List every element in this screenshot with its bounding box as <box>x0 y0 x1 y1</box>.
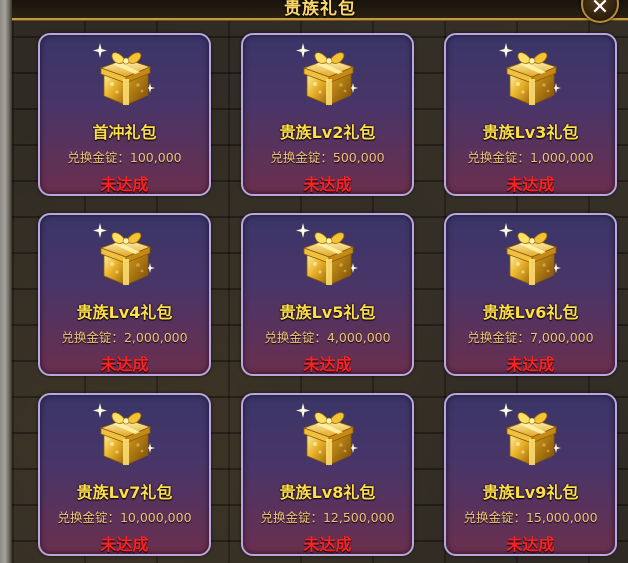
gift-package-card[interactable]: 贵族Lv4礼包 兑换金锭：2,000,000 未达成 <box>38 213 211 376</box>
gift-box-icon <box>295 42 358 106</box>
gift-package-card[interactable]: 贵族Lv6礼包 兑换金锭：7,000,000 未达成 <box>444 213 617 376</box>
package-status: 未达成 <box>100 175 149 194</box>
package-cost: 兑换金锭：12,500,000 <box>260 510 395 525</box>
gift-box-icon <box>92 402 155 466</box>
package-cost: 兑换金锭：500,000 <box>270 150 385 165</box>
package-status: 未达成 <box>506 355 555 374</box>
package-cost: 兑换金锭：4,000,000 <box>264 330 391 345</box>
gift-box-icon <box>498 42 561 106</box>
package-status: 未达成 <box>303 175 352 194</box>
package-cost: 兑换金锭：15,000,000 <box>463 510 598 525</box>
package-cost: 兑换金锭：2,000,000 <box>61 330 188 345</box>
package-name: 贵族Lv4礼包 <box>76 303 173 322</box>
package-status: 未达成 <box>100 535 149 554</box>
gift-package-card[interactable]: 贵族Lv8礼包 兑换金锭：12,500,000 未达成 <box>241 393 414 556</box>
package-cost: 兑换金锭：10,000,000 <box>57 510 192 525</box>
gift-package-card[interactable]: 贵族Lv7礼包 兑换金锭：10,000,000 未达成 <box>38 393 211 556</box>
gift-package-card[interactable]: 贵族Lv5礼包 兑换金锭：4,000,000 未达成 <box>241 213 414 376</box>
package-name: 贵族Lv2礼包 <box>279 123 376 142</box>
package-name: 贵族Lv5礼包 <box>279 303 376 322</box>
gift-package-card[interactable]: 贵族Lv2礼包 兑换金锭：500,000 未达成 <box>241 33 414 196</box>
close-icon: ✕ <box>590 0 610 20</box>
package-cost: 兑换金锭：1,000,000 <box>467 150 594 165</box>
package-status: 未达成 <box>100 355 149 374</box>
gift-box-icon <box>498 222 561 286</box>
package-cost: 兑换金锭：7,000,000 <box>467 330 594 345</box>
package-name: 贵族Lv3礼包 <box>482 123 579 142</box>
package-status: 未达成 <box>506 175 555 194</box>
package-name: 贵族Lv8礼包 <box>279 483 376 502</box>
left-edge-strip <box>0 0 12 563</box>
package-name: 贵族Lv7礼包 <box>76 483 173 502</box>
gift-box-icon <box>498 402 561 466</box>
gift-package-card[interactable]: 贵族Lv3礼包 兑换金锭：1,000,000 未达成 <box>444 33 617 196</box>
package-name: 贵族Lv6礼包 <box>482 303 579 322</box>
gift-package-card[interactable]: 贵族Lv9礼包 兑换金锭：15,000,000 未达成 <box>444 393 617 556</box>
package-cost: 兑换金锭：100,000 <box>67 150 182 165</box>
gift-box-icon <box>92 42 155 106</box>
gift-box-icon <box>295 402 358 466</box>
package-status: 未达成 <box>303 535 352 554</box>
package-name: 贵族Lv9礼包 <box>482 483 579 502</box>
package-name: 首冲礼包 <box>92 123 157 142</box>
gift-box-icon <box>92 222 155 286</box>
package-status: 未达成 <box>303 355 352 374</box>
package-status: 未达成 <box>506 535 555 554</box>
gift-package-card[interactable]: 首冲礼包 兑换金锭：100,000 未达成 <box>38 33 211 196</box>
window-title: 贵族礼包 <box>284 0 356 19</box>
gift-box-icon <box>295 222 358 286</box>
title-bar: 贵族礼包 <box>12 0 628 20</box>
